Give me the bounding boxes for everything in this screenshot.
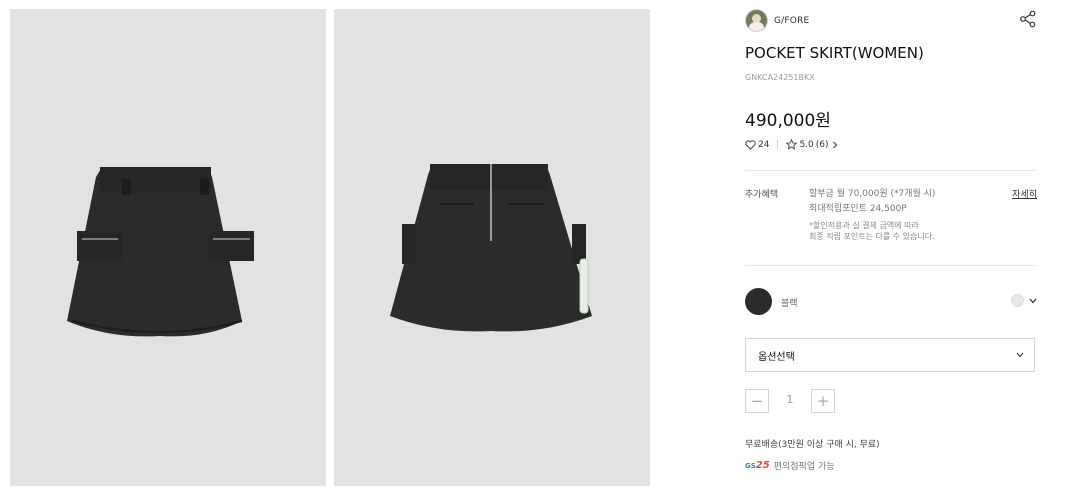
divider: [745, 265, 1037, 266]
product-price: 490,000원: [745, 111, 831, 131]
brand-name[interactable]: G/FORE: [774, 16, 809, 26]
brand-logo[interactable]: [745, 9, 768, 32]
benefit-note: *할인적용과 실 결제 금액에 따라 최종 적립 포인트는 다를 수 있습니다.: [809, 220, 935, 242]
benefit-details: 할부금 월 70,000원 (*7개월 시) 최대적립포인트 24,500P: [809, 187, 935, 217]
points-text: 최대적립포인트 24,500P: [809, 204, 907, 214]
gs25-logo-gs: GS: [745, 462, 756, 470]
star-icon: [786, 139, 798, 150]
installment-text: 할부금 월 70,000원 (*7개월 시): [809, 189, 936, 199]
skirt-back-illustration: [390, 164, 592, 332]
pickup-text: 편의점픽업 가능: [773, 462, 835, 472]
gs25-logo: GS 25: [745, 460, 770, 471]
benefit-note-line1: *할인적용과 실 결제 금액에 따라: [809, 221, 919, 230]
option-select[interactable]: 옵션선택: [745, 338, 1035, 372]
chevron-down-icon: [1016, 352, 1024, 358]
product-info-panel: G/FORE POCKET SKIRT(WOMEN) GNKCA24251BKX…: [745, 0, 1037, 492]
chevron-right-icon: [832, 141, 837, 148]
rating-value: 5.0: [799, 139, 814, 150]
skirt-back-image[interactable]: [334, 9, 650, 486]
review-summary[interactable]: 5.0 (6): [786, 139, 839, 150]
benefit-label: 추가혜택: [745, 190, 779, 200]
option-select-label: 옵션선택: [758, 351, 795, 363]
color-dot: [1011, 294, 1024, 307]
benefit-note-line2: 최종 적립 포인트는 다를 수 있습니다.: [809, 232, 935, 241]
heart-icon[interactable]: [745, 139, 756, 150]
review-count: (6): [815, 139, 829, 150]
color-swatch-black[interactable]: [745, 288, 772, 315]
skirt-front-illustration: [67, 167, 254, 337]
skirt-front-image[interactable]: [10, 9, 326, 486]
color-name: 블랙: [781, 299, 798, 309]
product-sku: GNKCA24251BKX: [745, 73, 815, 82]
pickup-info: GS 25 편의점픽업 가능: [745, 459, 835, 472]
brand-row[interactable]: G/FORE: [745, 9, 809, 32]
quantity-decrease-button[interactable]: −: [745, 389, 769, 413]
like-count: 24: [758, 139, 770, 150]
stats-divider: [777, 140, 779, 149]
benefit-detail-link[interactable]: 자세히: [1012, 187, 1037, 200]
quantity-value[interactable]: 1: [775, 389, 805, 413]
share-icon[interactable]: [1019, 10, 1037, 28]
divider: [745, 170, 1037, 171]
quantity-increase-button[interactable]: +: [811, 389, 835, 413]
shipping-info: 무료배송(3만원 이상 구매 시, 무료): [745, 440, 880, 450]
product-title: POCKET SKIRT(WOMEN): [745, 44, 924, 62]
gs25-logo-25: 25: [755, 460, 770, 471]
chevron-down-icon: [1029, 298, 1037, 303]
color-selector-toggle[interactable]: [1011, 294, 1037, 307]
product-stats: 24 5.0 (6): [745, 139, 840, 150]
